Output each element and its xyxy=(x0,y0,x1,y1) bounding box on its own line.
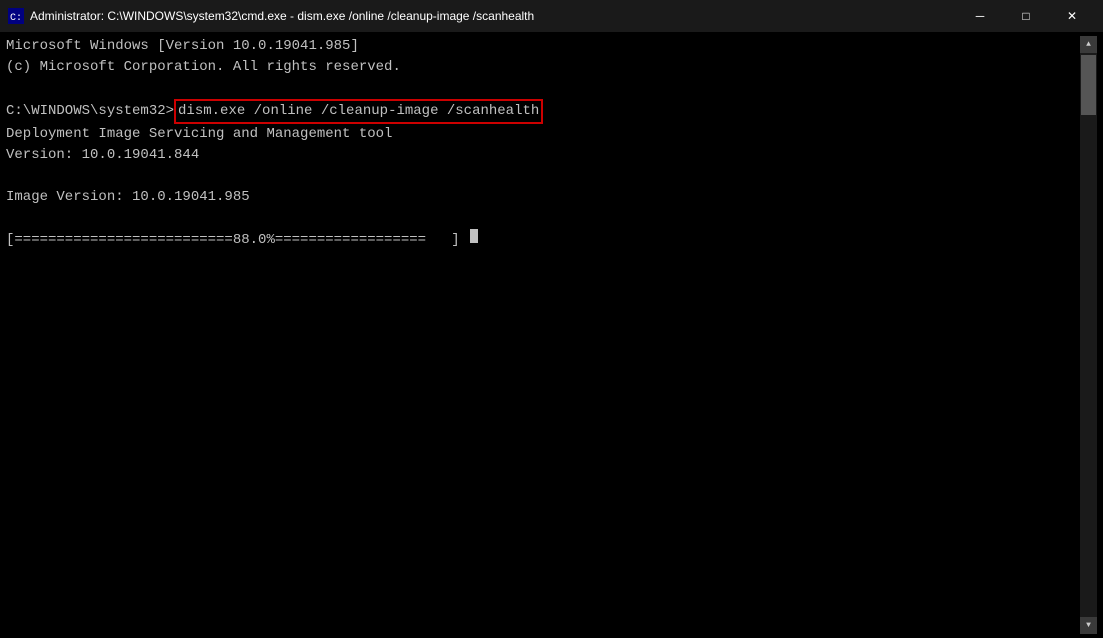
progress-bar-text: [==========================88.0%========… xyxy=(6,230,468,251)
scrollbar-track xyxy=(1080,115,1097,617)
line-2: (c) Microsoft Corporation. All rights re… xyxy=(6,57,1080,78)
scroll-up-button[interactable]: ▲ xyxy=(1080,36,1097,53)
title-bar: C: Administrator: C:\WINDOWS\system32\cm… xyxy=(0,0,1103,32)
title-bar-controls: ─ □ ✕ xyxy=(957,0,1095,32)
line-tool: Deployment Image Servicing and Managemen… xyxy=(6,124,1080,145)
console-content[interactable]: Microsoft Windows [Version 10.0.19041.98… xyxy=(6,36,1080,634)
line-1: Microsoft Windows [Version 10.0.19041.98… xyxy=(6,36,1080,57)
prompt-line: C:\WINDOWS\system32>dism.exe /online /cl… xyxy=(6,99,1080,124)
line-version: Version: 10.0.19041.844 xyxy=(6,145,1080,166)
cursor xyxy=(470,229,478,243)
progress-line: [==========================88.0%========… xyxy=(6,229,1080,251)
scrollbar-thumb[interactable] xyxy=(1081,55,1096,115)
close-button[interactable]: ✕ xyxy=(1049,0,1095,32)
line-3 xyxy=(6,78,1080,99)
line-empty2 xyxy=(6,208,1080,229)
restore-button[interactable]: □ xyxy=(1003,0,1049,32)
scroll-down-button[interactable]: ▼ xyxy=(1080,617,1097,634)
line-imgver: Image Version: 10.0.19041.985 xyxy=(6,187,1080,208)
command-highlighted: dism.exe /online /cleanup-image /scanhea… xyxy=(174,99,543,124)
svg-text:C:: C: xyxy=(10,13,22,24)
scrollbar: ▲ ▼ xyxy=(1080,36,1097,634)
cmd-window: C: Administrator: C:\WINDOWS\system32\cm… xyxy=(0,0,1103,638)
minimize-button[interactable]: ─ xyxy=(957,0,1003,32)
title-bar-text: Administrator: C:\WINDOWS\system32\cmd.e… xyxy=(30,9,949,23)
line-empty1 xyxy=(6,166,1080,187)
prompt-text: C:\WINDOWS\system32> xyxy=(6,101,174,122)
cmd-icon: C: xyxy=(8,8,24,24)
console-area: Microsoft Windows [Version 10.0.19041.98… xyxy=(0,32,1103,638)
